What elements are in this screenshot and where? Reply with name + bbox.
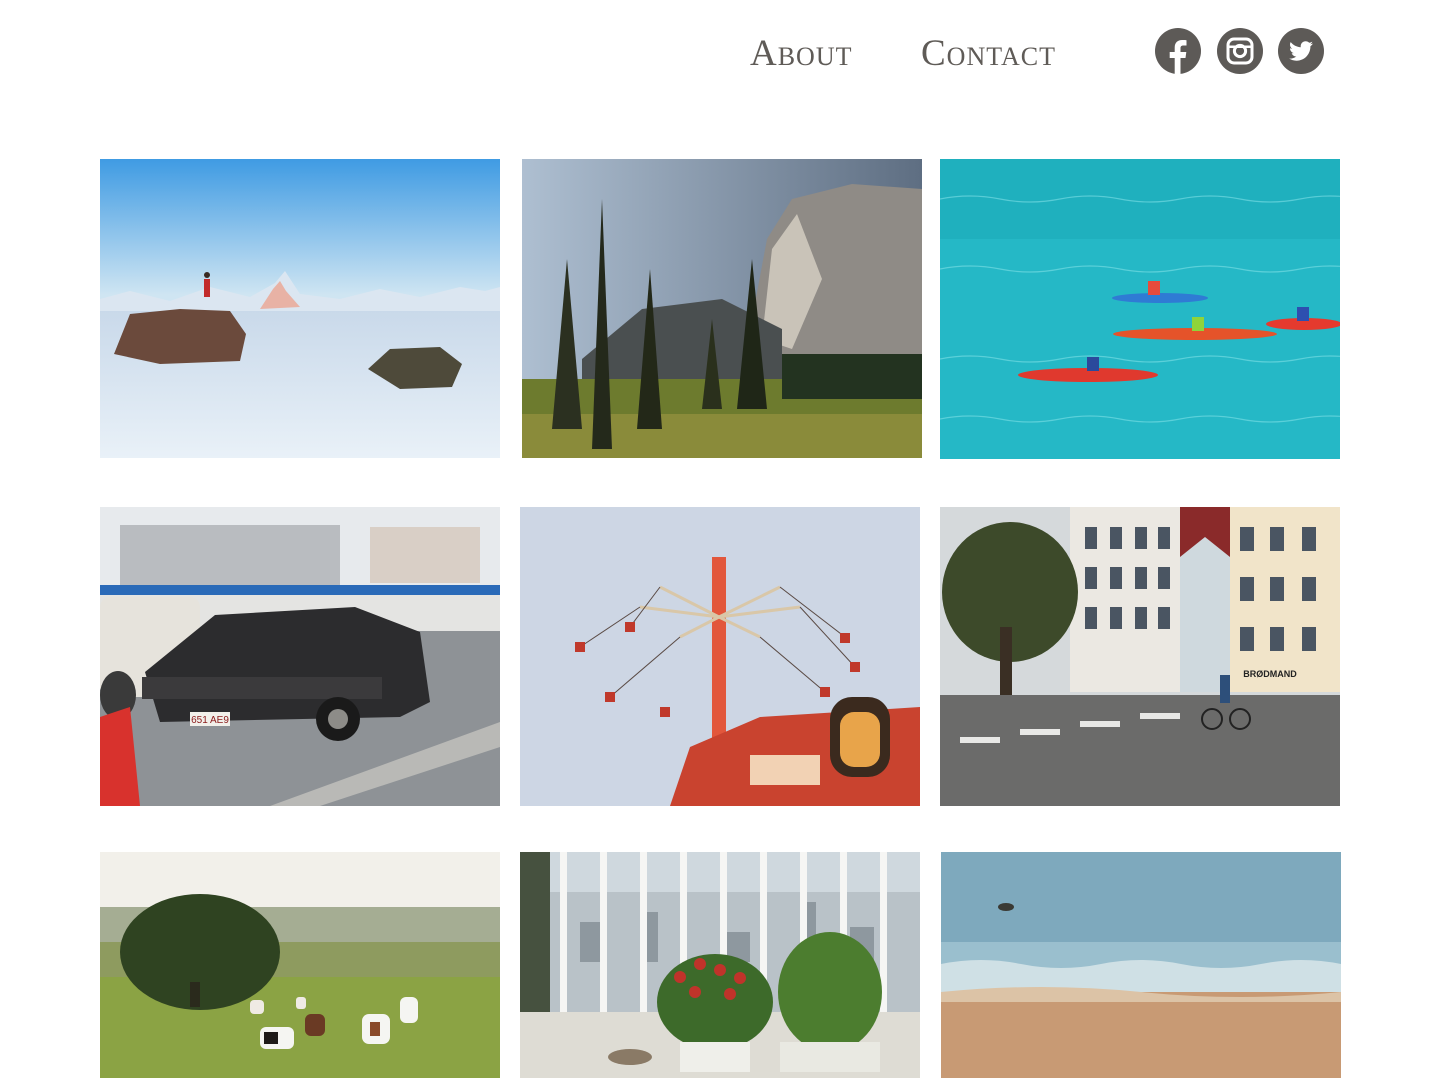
photo-tile-carousel[interactable] (520, 507, 920, 806)
photo-tile-kayakers[interactable] (940, 159, 1340, 459)
top-navigation: About Contact (0, 28, 1438, 78)
photo-tile-balcony-flowers[interactable] (520, 852, 920, 1078)
photo-tile-yosemite[interactable] (522, 159, 922, 458)
shop-sign-text: BRØDMAND (1243, 669, 1297, 679)
twitter-icon[interactable] (1278, 28, 1324, 74)
license-plate-text: 651 AE9 (191, 715, 229, 726)
instagram-icon[interactable] (1217, 28, 1263, 74)
nav-link-about[interactable]: About (750, 32, 853, 75)
photo-tile-vintage-car[interactable]: 651 AE9 (100, 507, 500, 806)
photo-tile-cows-hill[interactable] (100, 852, 500, 1078)
photo-tile-beach[interactable] (941, 852, 1341, 1078)
nav-link-contact[interactable]: Contact (921, 32, 1056, 75)
photo-tile-mountaineer[interactable] (100, 159, 500, 458)
photo-tile-city-street[interactable]: BRØDMAND (940, 507, 1340, 806)
facebook-icon[interactable] (1155, 28, 1201, 74)
